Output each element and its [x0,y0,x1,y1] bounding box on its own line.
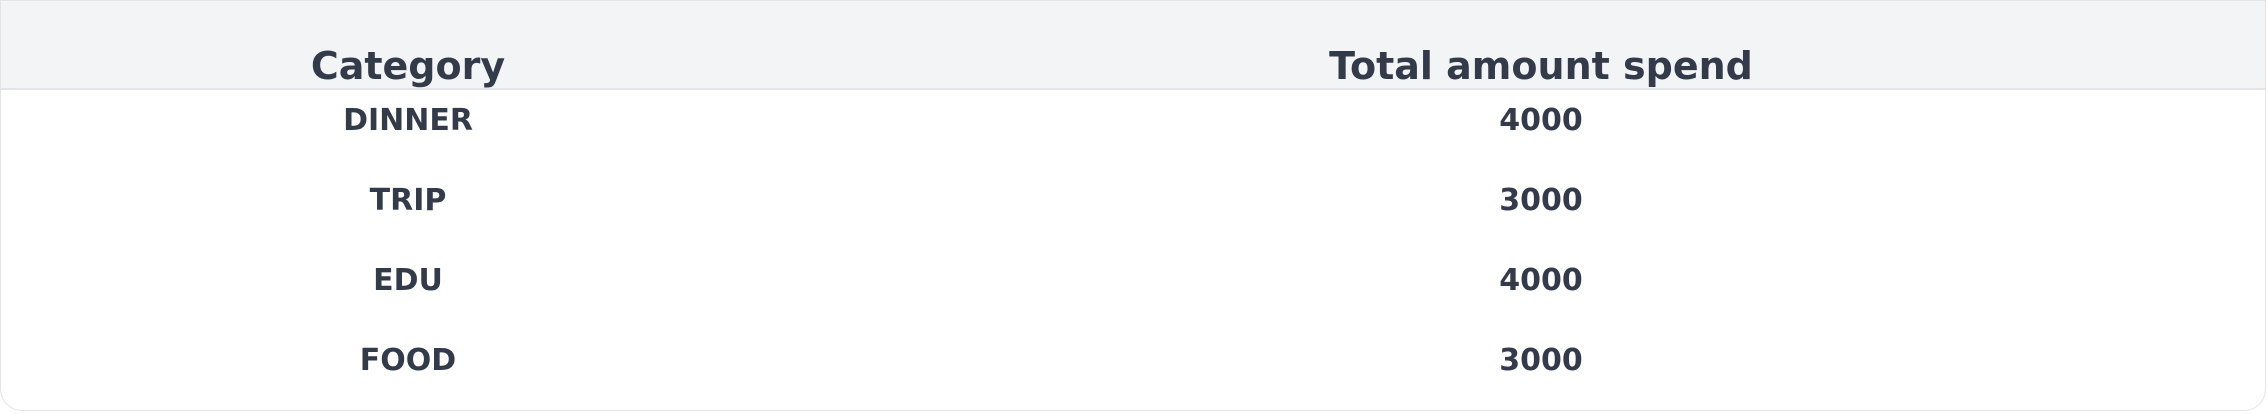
cell-amount: 3000 [1499,182,1583,218]
column-header-category: Category [1,1,815,90]
cell-category: TRIP [369,182,447,218]
table-header: Category Total amount spend [1,1,2265,90]
column-header-amount: Total amount spend [815,1,2265,90]
cell-category: EDU [373,262,443,298]
cell-amount: 4000 [1499,262,1583,298]
cell-amount: 4000 [1499,102,1583,138]
cell-category: FOOD [359,342,457,378]
expense-table: Category Total amount spend DINNER 4000 … [0,0,2266,411]
cell-amount: 3000 [1499,342,1583,378]
cell-category: DINNER [343,102,473,138]
table-body: DINNER 4000 TRIP 3000 EDU 4000 FOOD 3000 [1,103,2265,410]
table-row: FOOD 3000 [1,343,2265,410]
